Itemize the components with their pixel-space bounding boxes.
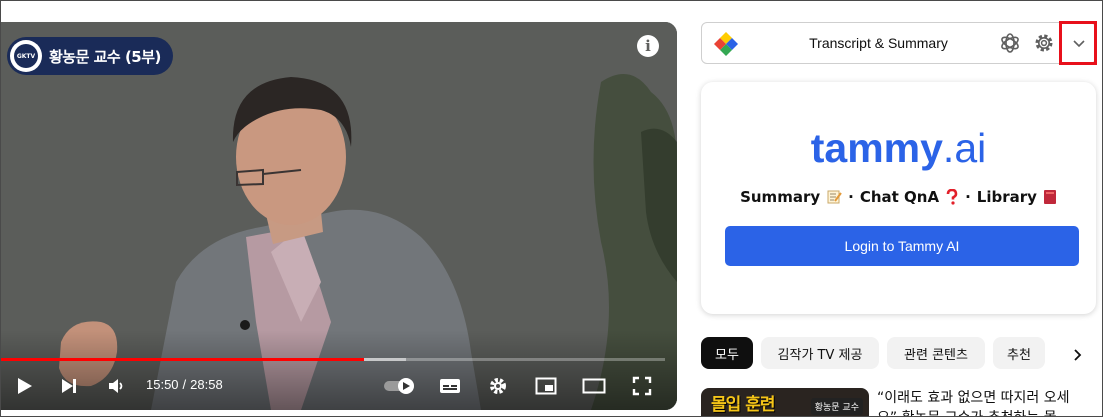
channel-logo-icon: GKTV	[10, 40, 42, 72]
feature-library-label: Library	[976, 188, 1037, 206]
theater-mode-icon	[582, 378, 606, 394]
gear-icon[interactable]	[1033, 32, 1055, 54]
chip-all[interactable]: 모두	[701, 337, 753, 369]
fullscreen-button[interactable]	[629, 372, 655, 400]
chip-channel[interactable]: 김작가 TV 제공	[761, 337, 879, 369]
chip-recommended[interactable]: 추천	[993, 337, 1045, 369]
progress-played	[1, 358, 364, 361]
fullscreen-icon	[632, 376, 652, 396]
thumbnail-text: 몰입 훈련	[711, 395, 775, 415]
feature-separator: ·	[848, 188, 854, 206]
volume-icon	[109, 379, 123, 393]
chip-related[interactable]: 관련 콘텐츠	[887, 337, 985, 369]
channel-badge-label: 황농문 교수 (5부)	[49, 47, 161, 66]
chevron-down-icon	[1072, 39, 1085, 47]
subtitles-icon	[440, 379, 460, 393]
autoplay-toggle[interactable]	[381, 372, 419, 400]
miniplayer-icon	[535, 377, 557, 395]
subtitles-button[interactable]	[437, 372, 463, 400]
recommended-title[interactable]: “이래도 효과 없으면 따지러 오세요” 황농문 교수가 추천하는 몰	[877, 388, 1083, 417]
time-separator: /	[182, 377, 187, 392]
progress-bar[interactable]	[1, 358, 665, 361]
autoplay-toggle-icon	[384, 378, 414, 394]
book-icon	[1043, 190, 1056, 204]
feature-separator: ·	[965, 188, 971, 206]
settings-button[interactable]	[485, 372, 511, 400]
miniplayer-button[interactable]	[533, 372, 559, 400]
settings-gear-icon	[490, 378, 506, 394]
openai-icon[interactable]	[999, 32, 1021, 54]
chips-next-button[interactable]	[1066, 343, 1090, 367]
question-mark-icon	[946, 189, 958, 205]
transcript-summary-header: Transcript & Summary	[701, 22, 1096, 64]
recommended-thumbnail[interactable]: 몰입 훈련 황농문 교수	[701, 388, 869, 417]
info-icon[interactable]: i	[637, 35, 659, 57]
time-display: 15:50/28:58	[146, 377, 223, 392]
feature-summary-label: Summary	[740, 188, 821, 206]
time-current: 15:50	[146, 377, 179, 392]
theater-button[interactable]	[581, 372, 607, 400]
feature-chat-label: Chat QnA	[859, 188, 940, 206]
video-player[interactable]: GKTV 황농문 교수 (5부) i 15:50/28:58	[1, 22, 677, 410]
play-button[interactable]	[11, 372, 37, 400]
skip-next-icon	[62, 379, 76, 393]
volume-button[interactable]	[103, 372, 129, 400]
tammy-card: tammy.ai Summary · Chat QnA · Library Lo…	[701, 82, 1096, 314]
channel-badge[interactable]: GKTV 황농문 교수 (5부)	[7, 37, 173, 75]
time-total: 28:58	[190, 377, 223, 392]
tammy-logo: tammy.ai	[810, 125, 987, 171]
thumbnail-tag: 황농문 교수	[810, 398, 863, 415]
tammy-features: Summary · Chat QnA · Library	[701, 188, 1096, 206]
memo-icon	[827, 190, 842, 204]
login-button[interactable]: Login to Tammy AI	[725, 226, 1079, 266]
next-button[interactable]	[56, 372, 82, 400]
chevron-right-icon	[1074, 349, 1082, 361]
collapse-button[interactable]	[1060, 22, 1097, 65]
play-icon	[18, 378, 32, 394]
